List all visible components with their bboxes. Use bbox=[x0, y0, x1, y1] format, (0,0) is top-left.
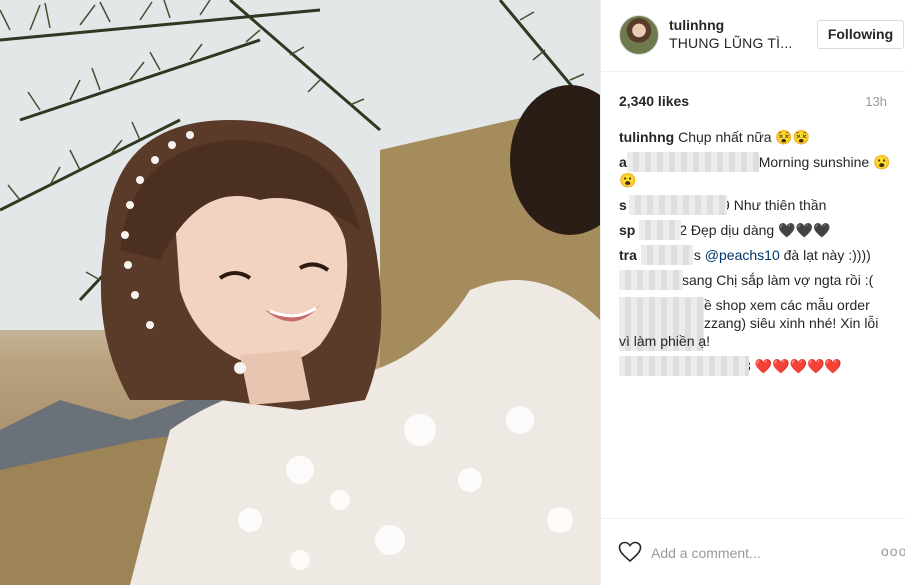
following-button[interactable]: Following bbox=[817, 20, 904, 49]
post-header: tulinhng THUNG LŨNG TÌ... Following bbox=[601, 0, 905, 72]
list-item: vì làm phiền ạ! bbox=[619, 332, 899, 350]
redaction-block bbox=[639, 220, 681, 240]
comment-text: đà lạt này :)))) bbox=[779, 247, 871, 263]
likes-count[interactable]: 2,340 likes bbox=[619, 93, 689, 109]
post-location[interactable]: THUNG LŨNG TÌ... bbox=[669, 35, 793, 51]
redaction-block bbox=[619, 356, 749, 376]
comment-list: tulinhng Chụp nhất nữa 😵😵 a Morning suns… bbox=[619, 128, 899, 382]
comment-user[interactable]: tulinhng bbox=[619, 129, 674, 145]
post-username[interactable]: tulinhng bbox=[669, 17, 724, 33]
redaction-block bbox=[629, 195, 727, 215]
list-item: 3 ❤️❤️❤️❤️❤️ bbox=[619, 356, 899, 376]
list-item: sang Chị sắp làm vợ ngta rồi :( bbox=[619, 270, 899, 290]
comment-user[interactable]: s bbox=[619, 197, 627, 213]
redaction-block bbox=[619, 270, 683, 290]
post-sidebar: tulinhng THUNG LŨNG TÌ... Following 2,34… bbox=[600, 0, 905, 585]
photo-illustration bbox=[0, 0, 600, 585]
add-comment-input[interactable] bbox=[651, 543, 851, 563]
comment-text: Chụp nhất nữa 😵😵 bbox=[678, 129, 811, 145]
comment-user[interactable]: a bbox=[619, 154, 627, 170]
list-item: tra is @peachs10 đà lạt này :)))) bbox=[619, 245, 899, 265]
comment-user[interactable]: sp bbox=[619, 222, 635, 238]
list-item: s 4799 Như thiên thần bbox=[619, 195, 899, 215]
avatar[interactable] bbox=[619, 15, 659, 55]
comment-mention[interactable]: @peachs10 bbox=[705, 247, 780, 263]
heart-outline-icon[interactable] bbox=[618, 541, 642, 563]
redaction-block bbox=[627, 152, 759, 172]
post-photo[interactable] bbox=[0, 0, 600, 585]
redaction-block bbox=[641, 245, 693, 265]
list-item: tulinhng Chụp nhất nữa 😵😵 bbox=[619, 128, 899, 146]
comment-bar: ooo bbox=[601, 518, 905, 585]
comment-text: vì làm phiền ạ! bbox=[619, 333, 711, 349]
list-item: sp 2 Đẹp dịu dàng 🖤🖤🖤 bbox=[619, 220, 899, 240]
list-item: a Morning sunshine 😮😮 bbox=[619, 152, 899, 189]
post-time[interactable]: 13h bbox=[865, 94, 887, 109]
more-options-icon[interactable]: ooo bbox=[881, 543, 905, 559]
comment-user[interactable]: tra bbox=[619, 247, 637, 263]
list-item: ề shop xem các mẫu order zzang) siêu xin… bbox=[619, 296, 899, 351]
